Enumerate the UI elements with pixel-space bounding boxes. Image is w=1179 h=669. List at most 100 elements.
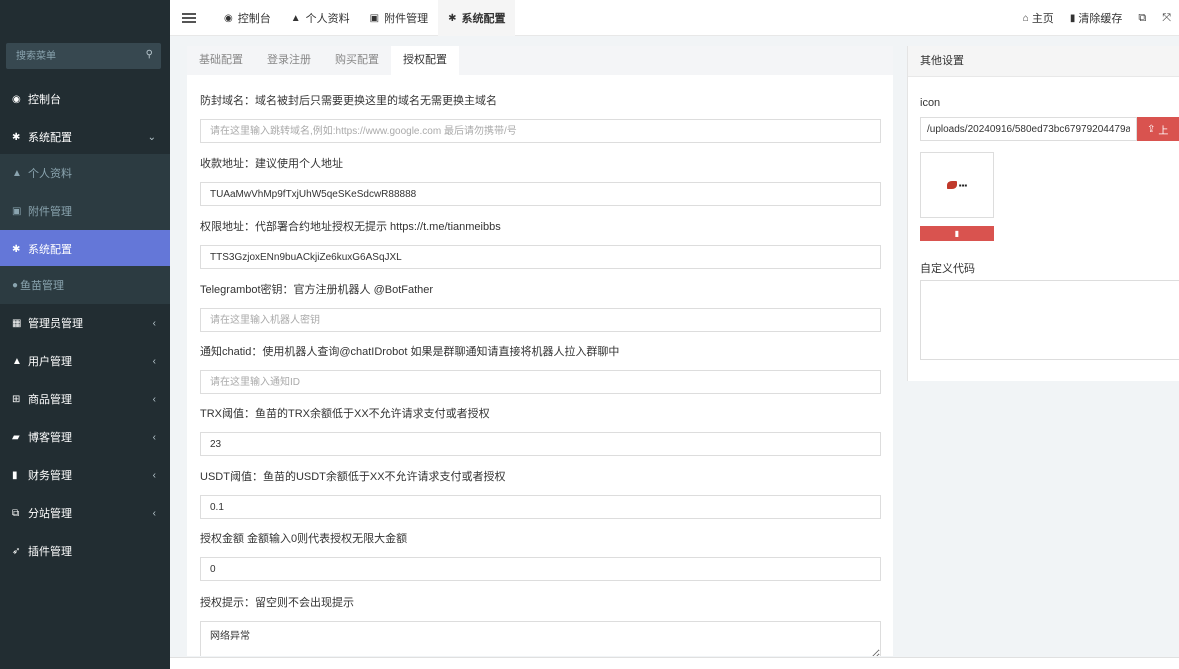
bookmark-icon: ▮ — [12, 469, 18, 481]
sidebar-item-blog[interactable]: ▰ 博客管理 ‹ — [0, 418, 170, 456]
field-label: 授权提示：留空则不会出现提示 — [200, 597, 354, 609]
field-label: TRX阈值：鱼苗的TRX余额低于XX不允许请求支付或者授权 — [200, 408, 490, 420]
panel-title: 其他设置 — [908, 46, 1179, 77]
dashboard-icon: ◉ — [12, 93, 21, 105]
sidebar-item-products[interactable]: ⊞ 商品管理 ‹ — [0, 380, 170, 418]
book-icon: ▰ — [12, 431, 20, 443]
menu-toggle-icon[interactable] — [182, 13, 196, 23]
sidebar-item-plugins[interactable]: ➶ 插件管理 — [0, 532, 170, 570]
custom-code-label: 自定义代码 — [920, 263, 975, 275]
usdt-threshold-input[interactable] — [200, 495, 881, 519]
auth-amount-input[interactable] — [200, 557, 881, 581]
tab-auth-config[interactable]: 授权配置 — [391, 46, 459, 75]
icon-label: icon — [920, 97, 941, 109]
tab-basic-config[interactable]: 基础配置 — [187, 46, 255, 75]
field-label: 通知chatid：使用机器人查询@chatIDrobot 如果是群聊通知请直接将… — [200, 346, 620, 358]
chevron-left-icon: ‹ — [152, 317, 156, 329]
field-telegram-bot-key: Telegrambot密钥：官方注册机器人 @BotFather — [200, 283, 881, 332]
language-icon[interactable]: ⧉ — [1130, 12, 1154, 25]
icon-preview: ▪▪▪ — [920, 152, 994, 218]
trash-icon: ▮ — [954, 229, 960, 238]
sidebar-item-system-config[interactable]: ✱ 系统配置 — [0, 230, 170, 268]
sidebar-item-fish[interactable]: ● 鱼苗管理 — [0, 266, 170, 304]
rocket-icon: ➶ — [12, 545, 21, 557]
home-icon: ⌂ — [1022, 12, 1029, 24]
backup-domain-input[interactable] — [200, 119, 881, 143]
tab-system-config[interactable]: ✱ 系统配置 — [438, 0, 516, 36]
auth-tip-textarea[interactable]: 网络异常 — [200, 621, 881, 656]
other-settings-panel: 其他设置 icon ⇪上 ▪▪▪ ▮ 自定义代码 — [907, 46, 1179, 381]
chat-id-input[interactable] — [200, 370, 881, 394]
sidebar-item-admins[interactable]: ▦ 管理员管理 ‹ — [0, 304, 170, 342]
chevron-left-icon: ‹ — [152, 469, 156, 481]
field-label: Telegrambot密钥：官方注册机器人 @BotFather — [200, 284, 434, 296]
search-input[interactable] — [6, 43, 136, 69]
sidebar-item-users[interactable]: ▲ 用户管理 ‹ — [0, 342, 170, 380]
user-icon: ▲ — [12, 355, 22, 367]
field-label: 授权金额 金额输入0则代表授权无限大金额 — [200, 533, 408, 545]
trx-threshold-input[interactable] — [200, 432, 881, 456]
bottom-scrollbar[interactable] — [170, 657, 1179, 669]
sidebar-item-attachments[interactable]: ▣ 附件管理 — [0, 192, 170, 230]
home-link[interactable]: ⌂ 主页 — [1015, 10, 1062, 26]
clear-cache-button[interactable]: ▮ 清除缓存 — [1062, 10, 1131, 26]
field-auth-tip: 授权提示：留空则不会出现提示 网络异常 — [200, 596, 881, 656]
gear-icon: ✱ — [12, 243, 21, 255]
field-label: 收款地址：建议使用个人地址 — [200, 158, 343, 170]
chevron-left-icon: ‹ — [152, 393, 156, 405]
grid-icon: ▦ — [12, 317, 22, 329]
icon-path-input[interactable] — [920, 117, 1137, 141]
tab-dashboard[interactable]: ◉ 控制台 — [214, 0, 281, 36]
field-label: 权限地址：代部署合约地址授权无提示 https://t.me/tianmeibb… — [200, 221, 501, 233]
top-navbar: ◉ 控制台 ▲ 个人资料 ▣ 附件管理 ✱ 系统配置 ⌂ 主页 ▮ 清除缓存 ⧉ ⤧ — [0, 0, 1179, 36]
chevron-down-icon: ⌄ — [147, 131, 156, 143]
sidebar-item-system-config-group[interactable]: ✱ 系统配置 ⌄ — [0, 118, 170, 156]
tab-purchase-config[interactable]: 购买配置 — [323, 46, 391, 75]
telegram-bot-key-input[interactable] — [200, 308, 881, 332]
windows-icon: ⧉ — [12, 507, 20, 519]
field-backup-domain: 防封域名：域名被封后只需要更换这里的域名无需更换主域名 — [200, 94, 881, 143]
field-payment-address: 收款地址：建议使用个人地址 — [200, 157, 881, 206]
chevron-left-icon: ‹ — [152, 355, 156, 367]
tab-profile[interactable]: ▲ 个人资料 — [281, 0, 360, 36]
field-permission-address: 权限地址：代部署合约地址授权无提示 https://t.me/tianmeibb… — [200, 220, 881, 269]
circle-icon: ● — [12, 279, 19, 291]
fullscreen-icon[interactable]: ⤧ — [1154, 12, 1179, 25]
image-icon: ▣ — [369, 12, 380, 24]
field-auth-amount: 授权金额 金额输入0则代表授权无限大金额 — [200, 532, 881, 581]
sidebar-item-dashboard[interactable]: ◉ 控制台 — [0, 80, 170, 118]
search-icon[interactable]: ⚲ — [146, 49, 153, 60]
sidebar-item-substations[interactable]: ⧉ 分站管理 ‹ — [0, 494, 170, 532]
custom-code-textarea[interactable] — [920, 280, 1179, 360]
config-tabs: 基础配置 登录注册 购买配置 授权配置 — [187, 46, 893, 75]
permission-address-input[interactable] — [200, 245, 881, 269]
chevron-left-icon: ‹ — [152, 431, 156, 443]
gears-icon: ✱ — [12, 131, 21, 143]
image-icon: ▣ — [12, 205, 22, 217]
tab-login-register[interactable]: 登录注册 — [255, 46, 323, 75]
cart-icon: ⊞ — [12, 393, 21, 405]
field-label: USDT阈值：鱼苗的USDT余额低于XX不允许请求支付或者授权 — [200, 471, 506, 483]
logo-image: ▪▪▪ — [946, 181, 967, 190]
delete-button[interactable]: ▮ — [920, 226, 994, 241]
dashboard-icon: ◉ — [224, 12, 233, 24]
sidebar-item-profile[interactable]: ▲ 个人资料 — [0, 154, 170, 192]
chevron-left-icon: ‹ — [152, 507, 156, 519]
field-trx-threshold: TRX阈值：鱼苗的TRX余额低于XX不允许请求支付或者授权 — [200, 407, 881, 456]
upload-button[interactable]: ⇪ 上 — [1137, 117, 1179, 141]
field-label: 防封域名：域名被封后只需要更换这里的域名无需更换主域名 — [200, 95, 497, 107]
field-chat-id: 通知chatid：使用机器人查询@chatIDrobot 如果是群聊通知请直接将… — [200, 345, 881, 394]
payment-address-input[interactable] — [200, 182, 881, 206]
user-icon: ▲ — [290, 12, 301, 24]
logo-area — [0, 0, 170, 36]
tab-attachments[interactable]: ▣ 附件管理 — [360, 0, 438, 36]
user-icon: ▲ — [12, 167, 22, 179]
gear-icon: ✱ — [448, 12, 457, 24]
sidebar-item-finance[interactable]: ▮ 财务管理 ‹ — [0, 456, 170, 494]
upload-icon: ⇪ — [1147, 123, 1156, 135]
trash-icon: ▮ — [1069, 12, 1076, 24]
field-usdt-threshold: USDT阈值：鱼苗的USDT余额低于XX不允许请求支付或者授权 — [200, 470, 881, 519]
sidebar: ⚲ ◉控制台 ✱系统配置⌄ ▲个人资料 ▣附件管理 ✱系统配置 ●鱼苗管理 ▦管… — [0, 36, 170, 669]
config-panel: 基础配置 登录注册 购买配置 授权配置 防封域名：域名被封后只需要更换这里的域名… — [187, 46, 893, 656]
sidebar-search: ⚲ — [6, 43, 161, 69]
